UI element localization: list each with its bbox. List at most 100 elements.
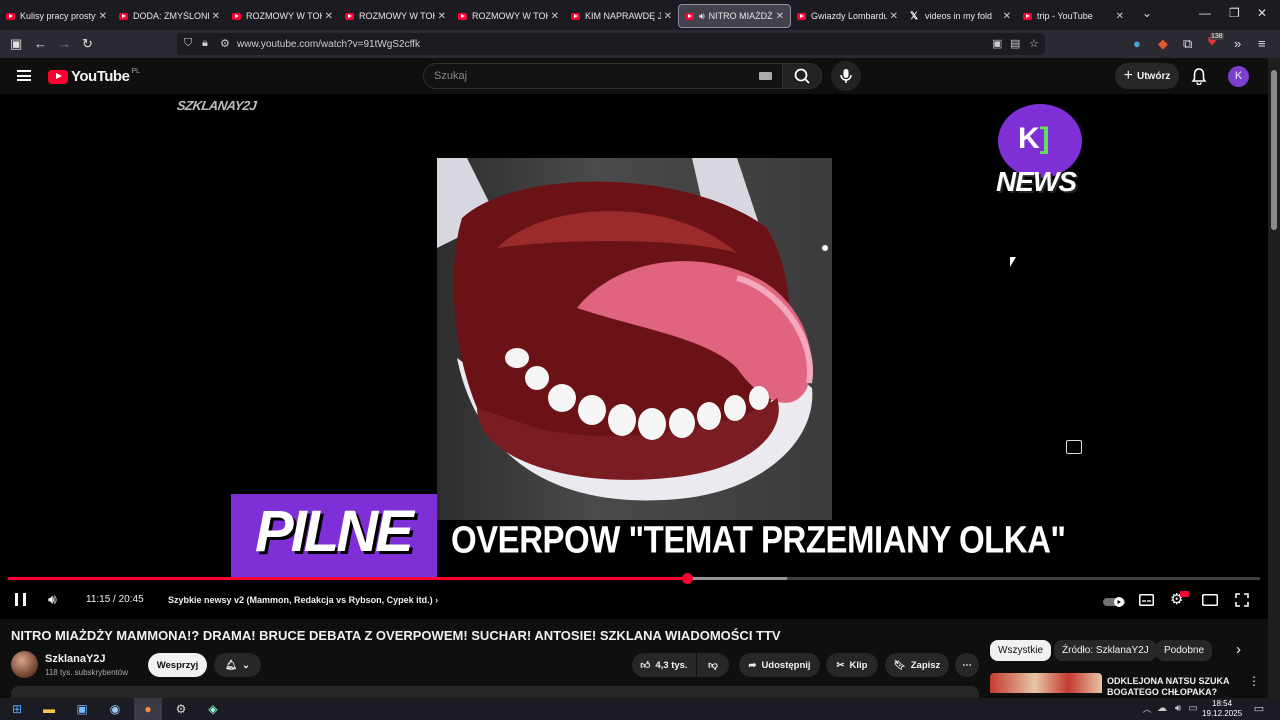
tab-close-icon[interactable]: ✕ xyxy=(99,11,107,22)
recommended-more-icon[interactable]: ⋮ xyxy=(1248,674,1260,688)
overflow-chevron-icon[interactable]: » xyxy=(1234,36,1241,51)
video-progress-bar[interactable] xyxy=(8,573,1260,584)
autoplay-toggle-icon[interactable] xyxy=(1103,597,1125,607)
browser-tab[interactable]: Gwiazdy Lombardu: N✕ xyxy=(791,4,904,28)
description-box[interactable] xyxy=(11,686,979,698)
browser-tab[interactable]: KIM NAPRAWDĘ JEST✕ xyxy=(565,4,678,28)
browser-tab[interactable]: ROZMOWY W TOKU✕ xyxy=(339,4,452,28)
extension-fox-icon[interactable]: ◆ xyxy=(1158,36,1168,52)
pip-icon[interactable]: ▣ xyxy=(992,37,1002,50)
browser-tab[interactable]: 🔊︎ NITRO MIAŻDŻY ✕ xyxy=(678,4,791,28)
clip-button[interactable]: ✂ Klip xyxy=(826,653,878,677)
reload-icon[interactable]: ↻ xyxy=(82,36,93,52)
start-menu-icon[interactable]: ⊞ xyxy=(9,701,25,717)
tab-close-icon[interactable]: ✕ xyxy=(438,11,446,22)
back-icon[interactable]: ← xyxy=(34,36,47,51)
mic-icon xyxy=(840,69,852,83)
browser-tab[interactable]: ROZMOWY W TOKU✕ xyxy=(452,4,565,28)
minimize-icon[interactable]: — xyxy=(1199,6,1211,20)
create-button[interactable]: + Utwórz xyxy=(1115,63,1179,89)
keyboard-icon[interactable] xyxy=(759,72,772,80)
youtube-icon xyxy=(119,12,128,20)
pause-button-icon[interactable] xyxy=(15,593,26,606)
browser-tab-title: DODA: ZMYŚLONE ZI xyxy=(133,11,209,21)
bookmark-star-icon[interactable]: ☆ xyxy=(1029,37,1039,50)
tab-close-icon[interactable]: ✕ xyxy=(212,11,220,22)
extension-shield-icon[interactable]: ● xyxy=(1133,36,1141,51)
share-button[interactable]: ➦ Udostępnij xyxy=(739,653,820,677)
firefox-icon[interactable]: ● xyxy=(140,701,156,717)
sidebar-toggle-icon[interactable]: ▣ xyxy=(10,36,22,52)
dislike-button[interactable]: 👎︎ xyxy=(697,653,729,677)
chip-source[interactable]: Źródło: SzklanaY2J xyxy=(1054,640,1157,661)
miniplayer-icon[interactable] xyxy=(1066,440,1082,454)
settings-icon[interactable]: ⚙ xyxy=(173,701,189,717)
tracking-protection-icon[interactable]: ⛉ xyxy=(184,37,192,50)
lock-icon[interactable]: 🔒︎ xyxy=(202,37,208,50)
chips-next-chevron-icon[interactable]: › xyxy=(1236,641,1241,658)
tab-close-icon[interactable]: ✕ xyxy=(1116,11,1124,22)
like-button[interactable]: 👍︎ 4,3 tys. xyxy=(632,653,696,677)
tab-close-icon[interactable]: ✕ xyxy=(890,11,898,22)
browser-tab[interactable]: Kulisy pracy prostytu ✕ xyxy=(0,4,113,28)
tray-chevron-icon[interactable]: ︿ xyxy=(1139,701,1155,717)
tab-close-icon[interactable]: ✕ xyxy=(664,11,672,22)
search-button[interactable] xyxy=(782,63,822,89)
video-player[interactable]: SZKLANAY2J K] NEWS PILNE OVERPOW "TEMAT … xyxy=(0,94,1268,619)
clock-time: 18:54 xyxy=(1212,699,1233,708)
search-input[interactable]: Szukaj xyxy=(423,63,783,89)
chip-all[interactable]: Wszystkie xyxy=(990,640,1051,661)
tab-close-icon[interactable]: ✕ xyxy=(776,11,784,22)
fullscreen-icon[interactable] xyxy=(1235,593,1249,607)
youtube-masthead: YouTube PL Szukaj + Utwórz K xyxy=(0,58,1268,94)
notifications-bell-icon[interactable] xyxy=(1191,67,1207,85)
progress-scrubber[interactable] xyxy=(681,573,693,584)
tab-close-icon[interactable]: ✕ xyxy=(1003,11,1011,22)
browser-tab[interactable]: trip - YouTube ✕ xyxy=(1017,4,1130,28)
forward-icon[interactable]: → xyxy=(58,36,71,51)
chip-related[interactable]: Podobne xyxy=(1156,640,1213,661)
browser-tab[interactable]: 𝕏videos in my fold ✕ xyxy=(904,4,1017,28)
volume-icon[interactable]: 🔊︎ xyxy=(48,591,57,608)
browser-tab[interactable]: DODA: ZMYŚLONE ZI✕ xyxy=(113,4,226,28)
reader-view-icon[interactable]: ▤ xyxy=(1010,37,1020,50)
network-icon[interactable]: ☁ xyxy=(1154,701,1170,717)
app-icon[interactable]: ◈ xyxy=(205,701,221,717)
support-button[interactable]: Wesprzyj xyxy=(148,653,207,677)
youtube-logo[interactable]: YouTube PL xyxy=(48,68,140,85)
channel-avatar[interactable] xyxy=(11,651,38,678)
speaker-icon[interactable]: 🔊︎ xyxy=(1170,701,1186,717)
channel-name[interactable]: SzklanaY2J xyxy=(45,653,106,665)
tab-close-icon[interactable]: ✕ xyxy=(551,11,559,22)
account-avatar[interactable]: K xyxy=(1228,66,1249,87)
notification-center-icon[interactable]: ▭ xyxy=(1251,701,1267,717)
tab-audio-icon[interactable]: 🔊︎ xyxy=(699,11,705,22)
app-menu-icon[interactable]: ≡ xyxy=(1258,36,1266,51)
page-scrollbar[interactable] xyxy=(1268,58,1280,698)
list-all-tabs-icon[interactable]: ⌄ xyxy=(1142,6,1152,20)
display-icon[interactable]: ▭ xyxy=(1185,701,1201,717)
scrollbar-thumb[interactable] xyxy=(1271,70,1277,230)
steam-icon[interactable]: ◉ xyxy=(107,701,123,717)
more-actions-button[interactable]: ⋯ xyxy=(955,653,979,677)
theater-mode-icon[interactable] xyxy=(1202,594,1218,606)
control-panel-icon[interactable]: ▣ xyxy=(74,701,90,717)
close-window-icon[interactable]: ✕ xyxy=(1257,6,1267,20)
subtitles-icon[interactable] xyxy=(1139,594,1154,606)
taskbar-clock[interactable]: 18:54 19.12.2025 xyxy=(1202,699,1242,719)
subscription-bell-button[interactable]: 🔔︎ ⌄ xyxy=(214,653,261,677)
browser-tab[interactable]: ROZMOWY W TOKU✕ xyxy=(226,4,339,28)
guide-menu-icon[interactable] xyxy=(17,70,31,81)
restore-icon[interactable]: ❐ xyxy=(1229,6,1240,20)
file-explorer-icon[interactable]: ▬ xyxy=(41,701,57,717)
save-button[interactable]: 🔖︎ Zapisz xyxy=(885,653,949,677)
browser-navbar: ▣ ← → ↻ ⛉ 🔒︎ ⚙ www.youtube.com/watch?v=9… xyxy=(0,30,1280,58)
tab-close-icon[interactable]: ✕ xyxy=(325,11,333,22)
extensions-icon[interactable]: ⧉ xyxy=(1183,36,1192,52)
chapter-title[interactable]: Szybkie newsy v2 (Mammon, Redakcja vs Ry… xyxy=(168,595,438,605)
voice-search-button[interactable] xyxy=(831,61,861,91)
permissions-icon[interactable]: ⚙ xyxy=(220,37,230,50)
url-bar[interactable]: ⛉ 🔒︎ ⚙ www.youtube.com/watch?v=91tWgS2cf… xyxy=(177,33,1045,55)
recommended-title[interactable]: ODKLEJONA NATSU SZUKA BOGATEGO CHŁOPAKA? xyxy=(1107,676,1232,698)
recommended-thumbnail[interactable] xyxy=(990,673,1102,693)
